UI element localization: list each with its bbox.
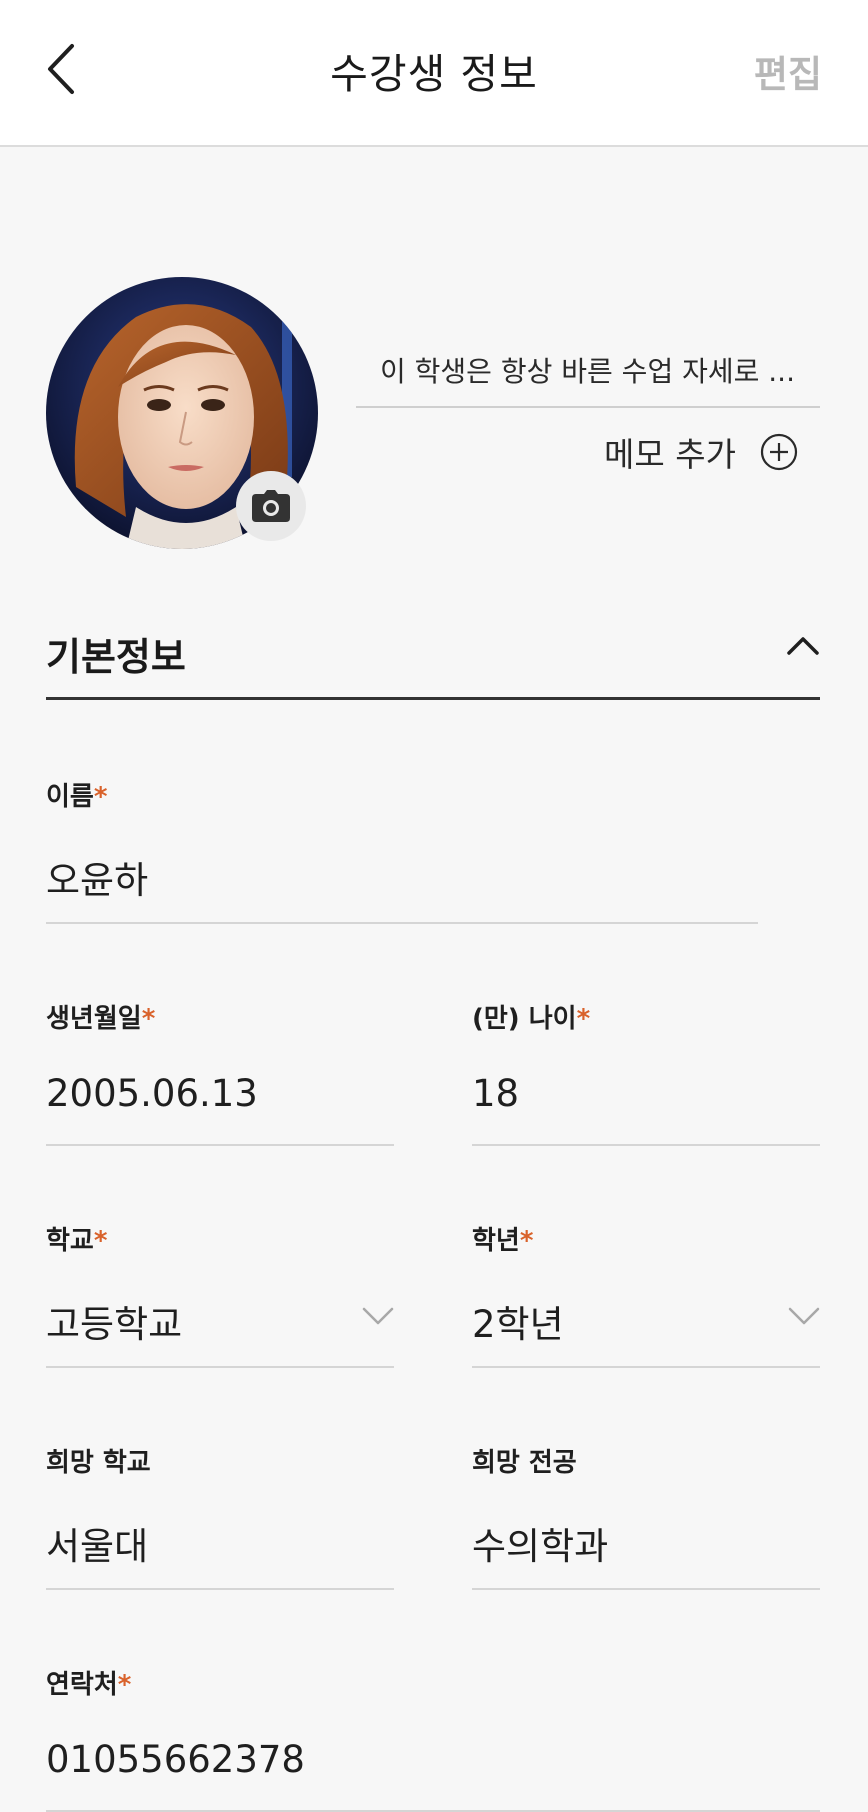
desired-school-field-group: 희망 학교 서울대 bbox=[46, 1442, 394, 1590]
chevron-down-icon bbox=[362, 1307, 394, 1325]
memo-preview[interactable]: 이 학생은 항상 바른 수업 자세로 ... bbox=[356, 350, 820, 408]
contact-label: 연락처* bbox=[46, 1670, 132, 1700]
desired-major-field-group: 희망 전공 수의학과 bbox=[472, 1442, 820, 1590]
age-label: (만) 나이* bbox=[472, 1004, 591, 1034]
school-label: 학교* bbox=[46, 1226, 108, 1256]
chevron-up-icon bbox=[787, 637, 819, 655]
desired-school-input[interactable]: 서울대 bbox=[46, 1516, 394, 1590]
plus-circle-icon bbox=[760, 433, 798, 471]
change-photo-button[interactable] bbox=[236, 471, 306, 541]
name-input[interactable]: 오윤하 bbox=[46, 850, 758, 924]
page-title: 수강생 정보 bbox=[330, 50, 538, 98]
chevron-down-icon bbox=[788, 1307, 820, 1325]
add-memo-button[interactable]: 메모 추가 bbox=[604, 428, 798, 476]
desired-school-label: 희망 학교 bbox=[46, 1448, 151, 1478]
age-input[interactable]: 18 bbox=[472, 1072, 820, 1146]
basic-info-section-toggle[interactable]: 기본정보 bbox=[46, 620, 820, 700]
camera-icon bbox=[252, 490, 290, 522]
contact-field-group: 연락처* 01055662378 bbox=[46, 1664, 820, 1812]
grade-field-group: 학년* 2학년 bbox=[472, 1220, 820, 1368]
birthdate-label: 생년월일* bbox=[46, 1004, 156, 1034]
profile-avatar-area bbox=[46, 277, 318, 549]
age-field-group: (만) 나이* 18 bbox=[472, 998, 820, 1146]
section-title: 기본정보 bbox=[46, 635, 186, 679]
name-label: 이름* bbox=[46, 782, 108, 812]
birthdate-input[interactable]: 2005.06.13 bbox=[46, 1072, 394, 1146]
school-field-group: 학교* 고등학교 bbox=[46, 1220, 394, 1368]
add-memo-label: 메모 추가 bbox=[604, 435, 736, 474]
name-field-group: 이름* 오윤하 bbox=[46, 776, 758, 924]
grade-label: 학년* bbox=[472, 1226, 534, 1256]
edit-button[interactable]: 편집 bbox=[754, 44, 822, 98]
desired-major-label: 희망 전공 bbox=[472, 1448, 577, 1478]
grade-select[interactable]: 2학년 bbox=[472, 1294, 820, 1368]
birthdate-field-group: 생년월일* 2005.06.13 bbox=[46, 998, 394, 1146]
app-header: 수강생 정보 편집 bbox=[0, 0, 868, 147]
desired-major-input[interactable]: 수의학과 bbox=[472, 1516, 820, 1590]
school-select[interactable]: 고등학교 bbox=[46, 1294, 394, 1368]
contact-input[interactable]: 01055662378 bbox=[46, 1738, 820, 1812]
